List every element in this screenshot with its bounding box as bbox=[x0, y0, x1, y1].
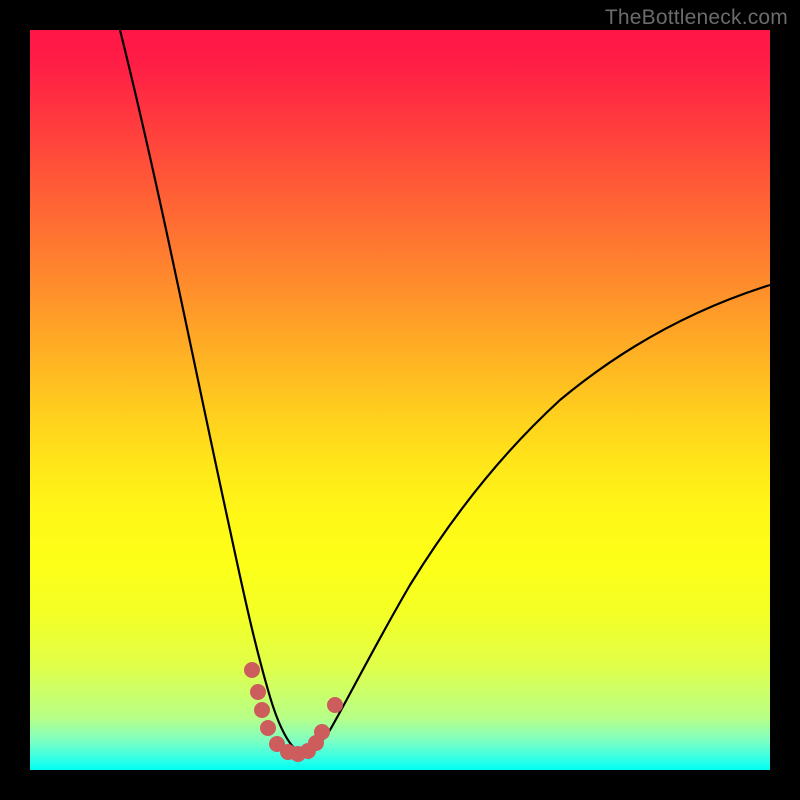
bottleneck-curve bbox=[120, 30, 770, 756]
marker-dot bbox=[327, 697, 343, 713]
curve-path-right bbox=[293, 285, 770, 756]
marker-dot bbox=[260, 720, 276, 736]
chart-svg bbox=[30, 30, 770, 770]
marker-dot bbox=[250, 684, 266, 700]
watermark-text: TheBottleneck.com bbox=[605, 6, 788, 30]
marker-dot bbox=[254, 702, 270, 718]
curve-markers bbox=[244, 662, 343, 762]
marker-dot bbox=[244, 662, 260, 678]
marker-dot bbox=[314, 724, 330, 740]
curve-path-left bbox=[120, 30, 305, 756]
chart-plot-area bbox=[30, 30, 770, 770]
